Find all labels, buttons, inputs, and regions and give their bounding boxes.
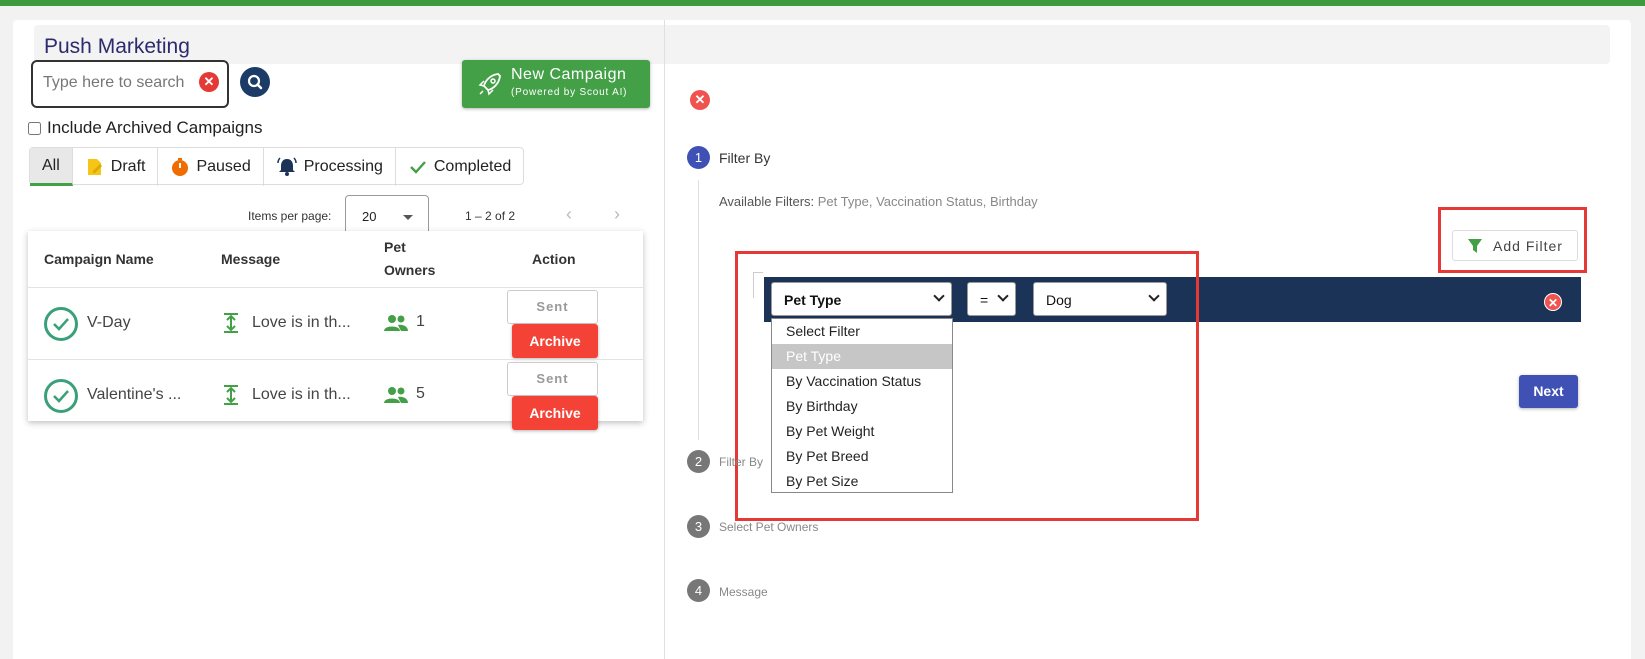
archive-button[interactable]: Archive: [512, 324, 598, 358]
table-row: V-Day Love is in th... 1 Sent Archive: [28, 287, 643, 359]
highlight-filter-area: [735, 251, 1199, 521]
add-filter-label: Add Filter: [1493, 237, 1563, 254]
step-1-label[interactable]: Filter By: [719, 150, 770, 166]
completed-status-icon: [44, 379, 78, 413]
include-archived-label: Include Archived Campaigns: [47, 118, 263, 137]
tab-processing[interactable]: Processing: [264, 148, 396, 186]
tab-paused-label: Paused: [196, 158, 251, 175]
step-4-label[interactable]: Message: [719, 585, 768, 599]
tab-completed[interactable]: Completed: [396, 148, 523, 186]
close-panel-icon[interactable]: ✕: [690, 90, 710, 110]
add-filter-button[interactable]: Add Filter: [1452, 230, 1578, 261]
table-row: Valentine's ... Love is in th... 5 Sent …: [28, 359, 643, 431]
pet-owner-count: 5: [416, 385, 425, 402]
campaign-message: Love is in th...: [252, 314, 351, 331]
search-icon: [247, 74, 263, 90]
pet-owner-count: 1: [416, 313, 425, 330]
step-2-label[interactable]: Filter By: [719, 455, 763, 469]
stepper-line: [698, 180, 699, 440]
bell-icon: [276, 157, 297, 176]
draft-icon: [87, 159, 102, 175]
archive-button[interactable]: Archive: [512, 396, 598, 430]
status-tabs: All Draft Paused Processing Completed: [29, 147, 525, 186]
timer-icon: [172, 158, 189, 176]
campaign-name: Valentine's ...: [87, 386, 182, 403]
rocket-icon: [478, 73, 501, 96]
tab-draft[interactable]: Draft: [73, 148, 159, 186]
header-pet-owners-2: Owners: [384, 262, 436, 278]
header-campaign-name: Campaign Name: [44, 251, 154, 267]
campaign-message: Love is in th...: [252, 386, 351, 403]
page-header: Push Marketing: [34, 25, 1610, 64]
next-button[interactable]: Next: [1519, 375, 1578, 408]
clear-search-icon[interactable]: ✕: [199, 72, 219, 92]
chevron-down-icon: [403, 215, 413, 220]
step-3-label[interactable]: Select Pet Owners: [719, 520, 818, 534]
include-archived-toggle[interactable]: Include Archived Campaigns: [28, 118, 262, 138]
completed-status-icon: [44, 307, 78, 341]
top-accent-bar: [0, 0, 1645, 6]
step-3-number[interactable]: 3: [687, 515, 710, 538]
step-4-number[interactable]: 4: [687, 579, 710, 602]
tab-all[interactable]: All: [30, 148, 73, 186]
step-1-number[interactable]: 1: [687, 146, 710, 169]
expand-vertical-icon: [224, 313, 238, 333]
tab-draft-label: Draft: [110, 158, 146, 175]
include-archived-checkbox[interactable]: [28, 121, 41, 135]
sent-button[interactable]: Sent: [507, 290, 598, 324]
search-box: ✕: [31, 60, 229, 108]
page-title: Push Marketing: [44, 35, 190, 58]
items-per-page-value: 20: [362, 209, 377, 224]
step-2-number[interactable]: 2: [687, 450, 710, 473]
new-campaign-sublabel: (Powered by Scout AI): [511, 87, 628, 98]
previous-page-icon[interactable]: ‹: [566, 204, 572, 225]
expand-vertical-icon: [224, 385, 238, 405]
campaign-name: V-Day: [87, 314, 131, 331]
pagination-range: 1 – 2 of 2: [465, 209, 516, 223]
tab-paused[interactable]: Paused: [158, 148, 264, 186]
search-button[interactable]: [240, 67, 270, 97]
remove-filter-icon[interactable]: ✕: [1544, 293, 1562, 311]
header-action: Action: [532, 251, 576, 267]
available-filters-values: Pet Type, Vaccination Status, Birthday: [817, 194, 1038, 209]
people-icon: [384, 315, 408, 331]
campaign-table: Campaign Name Message Pet Owners Action …: [28, 231, 643, 430]
tab-processing-label: Processing: [303, 158, 383, 175]
search-input[interactable]: [43, 74, 193, 92]
new-campaign-label: New Campaign: [511, 66, 627, 83]
available-filters: Available Filters: Pet Type, Vaccination…: [719, 194, 1038, 209]
tab-all-label: All: [42, 156, 60, 174]
sent-button[interactable]: Sent: [507, 362, 598, 396]
items-per-page-label: Items per page:: [248, 209, 332, 223]
available-filters-label: Available Filters:: [719, 194, 815, 209]
check-icon: [410, 161, 426, 174]
header-pet-owners-1: Pet: [384, 239, 406, 255]
new-campaign-button[interactable]: New Campaign (Powered by Scout AI): [462, 60, 650, 108]
filter-icon: [1468, 238, 1483, 253]
tab-completed-label: Completed: [433, 158, 512, 175]
panel-divider: [664, 20, 665, 659]
header-message: Message: [221, 251, 281, 267]
people-icon: [384, 387, 408, 403]
next-page-icon[interactable]: ›: [614, 204, 620, 225]
